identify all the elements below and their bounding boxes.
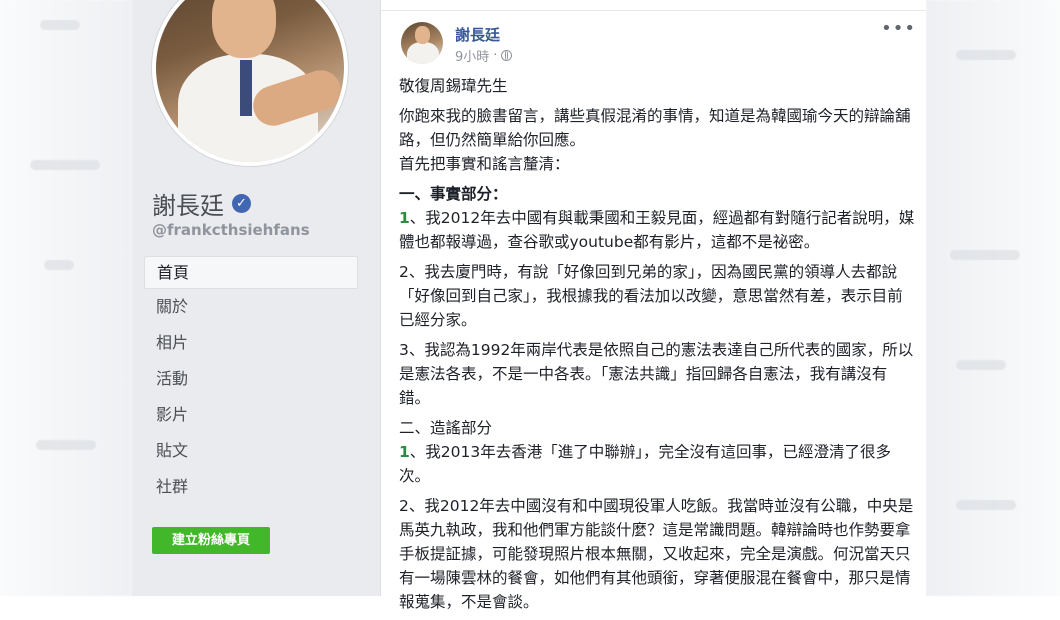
check-badge-icon: ✓ [232, 194, 251, 213]
nav-item-videos[interactable]: 影片 [144, 397, 358, 433]
post-paragraph: 2、我2012年去中國沒有和中國現役軍人吃飯。我當時並沒有公職，中央是馬英九執政… [399, 497, 914, 611]
blurred-background-right [926, 0, 1060, 596]
column-gap [372, 0, 380, 596]
page-profile-picture[interactable] [152, 0, 348, 166]
post-meta: 9小時 · [455, 46, 513, 65]
post-paragraph: 1、我2012年去中國有與載秉國和王毅見面，經過都有對隨行記者說明，媒體也都報導… [399, 206, 917, 254]
section-heading-rumors: 二、造謠部分 [399, 419, 493, 437]
post-paragraph: 3、我認為1992年兩岸代表是依照自己的憲法表達自己所代表的國家，所以是憲法各表… [399, 341, 914, 407]
list-number: 1 [399, 443, 410, 461]
page-name-text: 謝長廷 [152, 192, 224, 220]
list-number: 1 [399, 209, 410, 227]
nav-item-events[interactable]: 活動 [144, 361, 358, 397]
page-nav: 首頁 關於 相片 活動 影片 貼文 社群 [144, 256, 358, 505]
create-page-button[interactable]: 建立粉絲專頁 [152, 527, 270, 554]
post-author-name[interactable]: 謝長廷 [455, 24, 500, 45]
post-paragraph-text: 、我2013年去香港「進了中聯辦」，完全沒有這回事，已經澄清了很多次。 [399, 443, 891, 485]
post-card: 謝長廷 9小時 · ••• 敬復周錫瑋先生 你跑來我的臉書留言，講些真假混淆的事… [380, 0, 926, 611]
more-icon[interactable]: ••• [881, 18, 916, 39]
nav-item-posts[interactable]: 貼文 [144, 433, 358, 469]
globe-icon[interactable] [501, 50, 513, 61]
nav-item-photos[interactable]: 相片 [144, 325, 358, 361]
post-paragraph: 1、我2013年去香港「進了中聯辦」，完全沒有這回事，已經澄清了很多次。 [399, 440, 917, 488]
post-divider [381, 10, 926, 11]
post-salutation: 敬復周錫瑋先生 [399, 77, 508, 95]
post-paragraph-text: 、我2012年去中國有與載秉國和王毅見面，經過都有對隨行記者說明，媒體也都報導過… [399, 209, 915, 251]
blurred-background-left [0, 0, 132, 596]
nav-item-home[interactable]: 首頁 [144, 256, 358, 289]
post-body: 敬復周錫瑋先生 你跑來我的臉書留言，講些真假混淆的事情，知道是為韓國瑜今天的辯論… [399, 74, 917, 620]
nav-item-about[interactable]: 關於 [144, 289, 358, 325]
nav-item-community[interactable]: 社群 [144, 469, 358, 505]
post-author-avatar[interactable] [401, 22, 443, 64]
page-handle[interactable]: @frankcthsiehfans [152, 221, 310, 239]
section-heading-facts: 一、事實部分： [399, 185, 508, 203]
page-sidebar: 謝長廷 ✓ @frankcthsiehfans 首頁 關於 相片 活動 影片 貼… [132, 0, 372, 596]
profile-photo [156, 0, 344, 162]
page-name[interactable]: 謝長廷 ✓ [152, 186, 251, 221]
post-intro: 你跑來我的臉書留言，講些真假混淆的事情，知道是為韓國瑜今天的辯論舖路，但仍然簡單… [399, 107, 911, 173]
post-paragraph: 2、我去廈門時，有說「好像回到兄弟的家」，因為國民黨的領導人去都說「好像回到自己… [399, 263, 903, 329]
post-timestamp[interactable]: 9小時 [455, 46, 489, 65]
meta-separator: · [493, 48, 498, 63]
